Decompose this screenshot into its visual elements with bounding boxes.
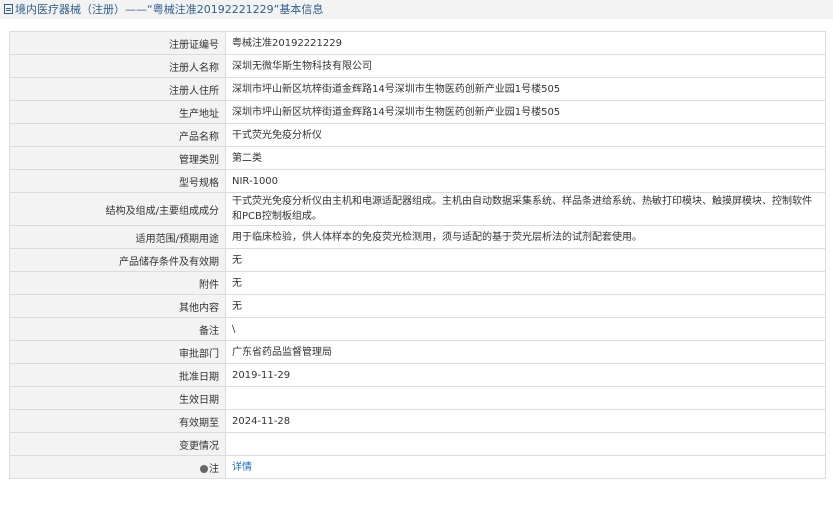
field-value: 深圳市坪山新区坑梓街道金辉路14号深圳市生物医药创新产业园1号楼505	[225, 77, 826, 101]
field-label: 注册人名称	[9, 54, 226, 78]
table-row: 其他内容 无	[9, 294, 826, 318]
table-row: 注 详情	[9, 455, 826, 479]
field-value: 2024-11-28	[225, 409, 826, 433]
field-label: 生效日期	[9, 386, 226, 410]
page-header: 境内医疗器械（注册）——“粤械注准20192221229”基本信息	[0, 0, 833, 19]
field-value: 深圳市坪山新区坑梓街道金辉路14号深圳市生物医药创新产业园1号楼505	[225, 100, 826, 124]
table-row: 备注 \	[9, 317, 826, 341]
field-value-cell: 详情	[225, 455, 826, 479]
table-row: 注册人名称 深圳无微华斯生物科技有限公司	[9, 54, 826, 78]
table-row: 批准日期 2019-11-29	[9, 363, 826, 387]
field-value: 第二类	[225, 146, 826, 170]
field-value: 深圳无微华斯生物科技有限公司	[225, 54, 826, 78]
info-table: 注册证编号 粤械注准20192221229 注册人名称 深圳无微华斯生物科技有限…	[9, 31, 826, 479]
field-label: 生产地址	[9, 100, 226, 124]
table-row: 型号规格 NIR-1000	[9, 169, 826, 193]
field-value	[225, 386, 826, 410]
table-row: 适用范围/预期用途 用于临床检验，供人体样本的免疫荧光检测用，须与适配的基于荧光…	[9, 225, 826, 249]
field-value: NIR-1000	[225, 169, 826, 193]
table-row: 生产地址 深圳市坪山新区坑梓街道金辉路14号深圳市生物医药创新产业园1号楼505	[9, 100, 826, 124]
field-label: 批准日期	[9, 363, 226, 387]
note-label-cell: 注	[9, 455, 226, 479]
field-value: \	[225, 317, 826, 341]
field-value: 广东省药品监督管理局	[225, 340, 826, 364]
table-row: 审批部门 广东省药品监督管理局	[9, 340, 826, 364]
field-label: 产品名称	[9, 123, 226, 147]
field-label: 审批部门	[9, 340, 226, 364]
field-label: 适用范围/预期用途	[9, 225, 226, 249]
table-row: 管理类别 第二类	[9, 146, 826, 170]
field-label: 变更情况	[9, 432, 226, 456]
field-value: 用于临床检验，供人体样本的免疫荧光检测用，须与适配的基于荧光层析法的试剂配套使用…	[225, 225, 826, 249]
field-label: 其他内容	[9, 294, 226, 318]
field-label: 注	[209, 463, 219, 475]
field-label: 产品储存条件及有效期	[9, 248, 226, 272]
field-label: 备注	[9, 317, 226, 341]
table-row: 变更情况	[9, 432, 826, 456]
table-row: 产品储存条件及有效期 无	[9, 248, 826, 272]
table-row: 有效期至 2024-11-28	[9, 409, 826, 433]
table-row: 结构及组成/主要组成成分 干式荧光免疫分析仪由主机和电源适配器组成。主机由自动数…	[9, 192, 826, 226]
table-row: 附件 无	[9, 271, 826, 295]
table-row: 注册证编号 粤械注准20192221229	[9, 31, 826, 55]
field-label: 结构及组成/主要组成成分	[9, 192, 226, 226]
table-row: 产品名称 干式荧光免疫分析仪	[9, 123, 826, 147]
table-row: 生效日期	[9, 386, 826, 410]
field-label: 型号规格	[9, 169, 226, 193]
table-row: 注册人住所 深圳市坪山新区坑梓街道金辉路14号深圳市生物医药创新产业园1号楼50…	[9, 77, 826, 101]
details-link[interactable]: 详情	[232, 462, 252, 473]
field-value: 干式荧光免疫分析仪由主机和电源适配器组成。主机由自动数据采集系统、样品条进给系统…	[225, 192, 826, 226]
lightbulb-icon	[200, 464, 208, 473]
page-title: 境内医疗器械（注册）——“粤械注准20192221229”基本信息	[15, 3, 324, 16]
document-icon	[4, 4, 13, 14]
field-value: 2019-11-29	[225, 363, 826, 387]
field-label: 注册人住所	[9, 77, 226, 101]
info-table-container: 注册证编号 粤械注准20192221229 注册人名称 深圳无微华斯生物科技有限…	[9, 31, 826, 479]
field-value	[225, 432, 826, 456]
field-value: 无	[225, 294, 826, 318]
field-label: 附件	[9, 271, 226, 295]
field-value: 无	[225, 248, 826, 272]
field-value: 无	[225, 271, 826, 295]
field-value: 干式荧光免疫分析仪	[225, 123, 826, 147]
field-label: 管理类别	[9, 146, 226, 170]
field-label: 注册证编号	[9, 31, 226, 55]
field-label: 有效期至	[9, 409, 226, 433]
field-value: 粤械注准20192221229	[225, 31, 826, 55]
